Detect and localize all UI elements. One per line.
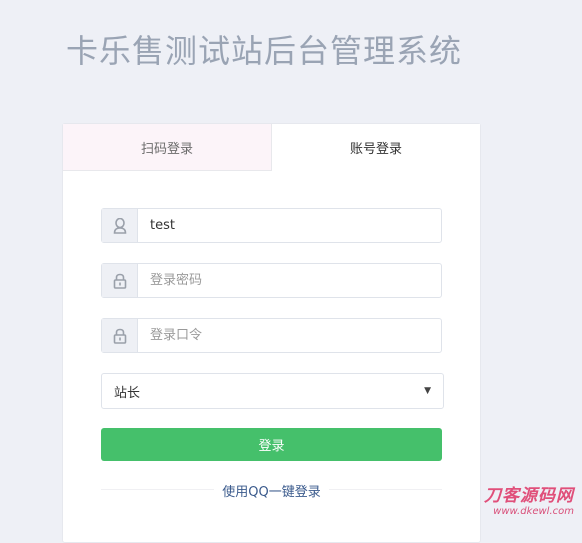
qq-login-link[interactable]: 使用QQ一键登录 <box>214 485 329 500</box>
role-select[interactable]: 站长 ▼ <box>101 373 444 409</box>
role-select-value: 站长 <box>114 385 141 401</box>
qq-login-link-row: 使用QQ一键登录 <box>63 481 480 500</box>
login-card: 扫码登录 账号登录 test 站长 ▼ 登录 使用QQ一键登录 <box>62 123 481 543</box>
tab-qr-login[interactable]: 扫码登录 <box>63 124 272 171</box>
password-field <box>101 263 442 298</box>
user-icon <box>102 209 138 242</box>
tab-account-login[interactable]: 账号登录 <box>272 124 480 171</box>
username-input[interactable] <box>138 209 441 242</box>
token-field <box>101 318 442 353</box>
watermark-logo: 刀客源码网 <box>484 486 574 506</box>
lock-icon <box>102 264 138 297</box>
page-title: 卡乐售测试站后台管理系统 <box>66 32 463 70</box>
token-input[interactable] <box>138 319 441 352</box>
password-input[interactable] <box>138 264 441 297</box>
caret-down-icon: ▼ <box>424 386 431 396</box>
lock-icon <box>102 319 138 352</box>
watermark: 刀客源码网 www.dkewl.com <box>484 481 574 517</box>
login-tabs: 扫码登录 账号登录 <box>63 124 480 171</box>
login-button[interactable]: 登录 <box>101 428 442 461</box>
username-field <box>101 208 442 243</box>
watermark-url: www.dkewl.com <box>493 506 574 517</box>
